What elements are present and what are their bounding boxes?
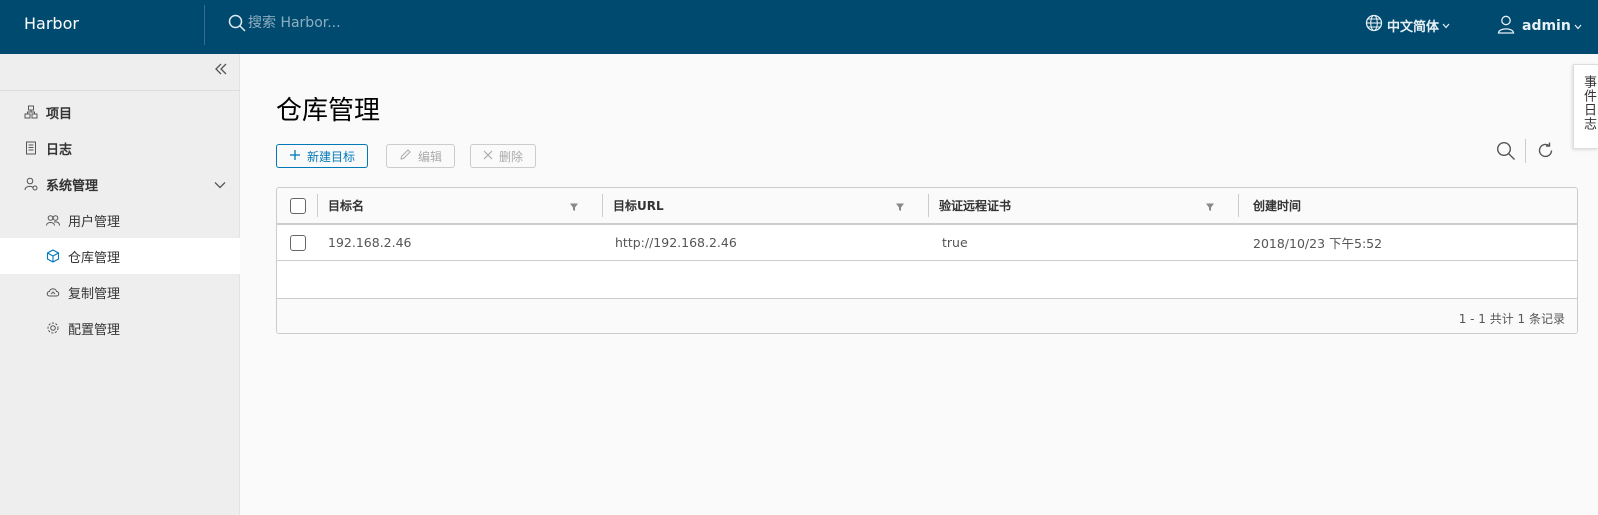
sidebar-item-system-admin[interactable]: 系统管理	[0, 166, 240, 202]
delete-button[interactable]: 删除	[470, 144, 537, 168]
column-header-verify-cert[interactable]: 验证远程证书	[939, 188, 1011, 223]
sidebar-item-logs[interactable]: 日志	[0, 130, 240, 166]
cell-url: http://192.168.2.46	[615, 235, 737, 250]
chevron-down-icon	[1442, 18, 1450, 33]
collapse-sidebar-icon[interactable]	[214, 62, 228, 80]
sidebar-item-replication[interactable]: 复制管理	[0, 274, 240, 310]
search-input[interactable]	[248, 15, 548, 31]
endpoint-datagrid: 目标名 目标URL 验证远程证书 创建时间 192.168.2.46 http:…	[276, 187, 1578, 334]
event-log-tab[interactable]: 事件日志	[1573, 64, 1598, 149]
sidebar: 项目 日志 系统管理 用户管理 仓库管理 复制管理 配置管理	[0, 54, 240, 515]
cell-verify-cert: true	[942, 235, 968, 250]
header-divider	[204, 5, 205, 45]
brand-title[interactable]: Harbor	[24, 14, 79, 33]
sidebar-item-label: 复制管理	[68, 286, 121, 302]
sidebar-item-label: 仓库管理	[68, 250, 121, 266]
refresh-icon[interactable]	[1536, 141, 1555, 164]
users-icon	[46, 213, 60, 227]
language-switcher[interactable]: 中文简体	[1365, 14, 1450, 36]
column-header-created-time[interactable]: 创建时间	[1253, 188, 1301, 223]
new-endpoint-label: 新建目标	[307, 149, 356, 164]
sidebar-item-label: 项目	[46, 106, 73, 122]
new-endpoint-button[interactable]: 新建目标	[276, 144, 369, 168]
sidebar-divider	[0, 90, 240, 91]
sidebar-item-users[interactable]: 用户管理	[0, 202, 240, 238]
page-title: 仓库管理	[276, 96, 381, 126]
row-checkbox[interactable]	[290, 235, 306, 251]
plus-icon	[289, 149, 301, 164]
pagination-summary: 1 - 1 共计 1 条记录	[1458, 312, 1565, 326]
user-menu[interactable]: admin	[1496, 14, 1582, 38]
search-icon	[228, 14, 246, 32]
pencil-icon	[399, 148, 412, 164]
cell-created-time: 2018/10/23 下午5:52	[1253, 236, 1383, 251]
column-divider	[317, 194, 318, 217]
global-search	[228, 14, 548, 32]
top-header: Harbor 中文简体 admin	[0, 0, 1598, 54]
registry-icon	[46, 249, 60, 263]
table-row[interactable]: 192.168.2.46 http://192.168.2.46 true 20…	[277, 225, 1577, 261]
column-divider	[928, 194, 929, 217]
table-header: 目标名 目标URL 验证远程证书 创建时间	[277, 188, 1577, 225]
sidebar-item-label: 日志	[46, 142, 73, 158]
cell-name: 192.168.2.46	[328, 235, 412, 250]
column-header-name[interactable]: 目标名	[328, 188, 364, 223]
replication-cloud-icon	[46, 285, 60, 299]
filter-icon[interactable]	[895, 201, 905, 216]
projects-icon	[24, 105, 38, 119]
edit-button[interactable]: 编辑	[386, 144, 456, 168]
delete-label: 删除	[499, 149, 524, 164]
logs-icon	[24, 141, 38, 155]
column-divider	[602, 194, 603, 217]
filter-icon[interactable]	[1205, 201, 1215, 216]
column-divider	[1238, 194, 1239, 217]
filter-icon[interactable]	[569, 201, 579, 216]
column-header-url[interactable]: 目标URL	[613, 188, 664, 223]
sidebar-item-label: 系统管理	[46, 178, 99, 194]
sidebar-item-projects[interactable]: 项目	[0, 94, 240, 130]
globe-icon	[1365, 14, 1383, 36]
config-gear-icon	[46, 321, 60, 335]
sidebar-item-label: 配置管理	[68, 322, 121, 338]
username-label: admin	[1522, 18, 1571, 34]
language-label: 中文简体	[1387, 19, 1440, 35]
select-all-checkbox[interactable]	[290, 198, 306, 214]
table-footer: 1 - 1 共计 1 条记录	[277, 298, 1577, 333]
search-icon[interactable]	[1496, 141, 1516, 165]
edit-label: 编辑	[418, 149, 443, 164]
sidebar-item-label: 用户管理	[68, 214, 121, 230]
close-icon	[483, 149, 493, 163]
chevron-down-icon	[214, 178, 226, 193]
sidebar-item-configuration[interactable]: 配置管理	[0, 310, 240, 346]
admin-icon	[24, 177, 38, 191]
chevron-down-icon	[1574, 18, 1582, 34]
toolbar-divider	[1525, 139, 1526, 163]
event-log-label: 事件日志	[1581, 75, 1596, 131]
user-icon	[1496, 14, 1516, 38]
sidebar-item-registries[interactable]: 仓库管理	[0, 238, 240, 274]
